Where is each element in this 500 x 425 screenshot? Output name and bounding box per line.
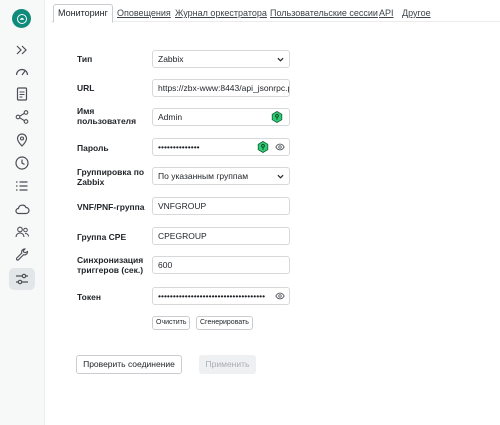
grouping-label: Группировка по Zabbix xyxy=(77,167,145,187)
password-input[interactable]: •••••••••••••• xyxy=(152,138,290,156)
tab-api[interactable]: API xyxy=(379,6,394,22)
tab-monitoring[interactable]: Мониторинг xyxy=(53,4,113,23)
chevron-down-icon xyxy=(277,57,284,62)
wrench-icon xyxy=(15,248,29,261)
clear-token-button[interactable]: Очистить xyxy=(152,316,191,330)
generate-token-button[interactable]: Сгенерировать xyxy=(196,316,253,330)
cloud-icon xyxy=(15,204,30,215)
type-label: Тип xyxy=(77,54,93,64)
sliders-icon xyxy=(16,273,28,285)
share-nodes-icon xyxy=(15,110,29,124)
cpe-group-input[interactable]: CPEGROUP xyxy=(152,227,290,245)
trigger-sync-label: Синхронизация триггеров (сек.) xyxy=(77,255,144,275)
logo-icon xyxy=(16,13,27,24)
sidebar-item-history[interactable] xyxy=(11,153,33,173)
sidebar-item-users[interactable] xyxy=(11,222,33,242)
chevrons-right-icon xyxy=(16,45,27,55)
type-select[interactable]: Zabbix xyxy=(152,50,290,68)
cpe-group-input-value: CPEGROUP xyxy=(158,231,207,241)
trigger-sync-input[interactable]: 600 xyxy=(152,256,290,274)
sidebar xyxy=(0,0,45,425)
eye-icon[interactable] xyxy=(275,141,285,153)
password-label: Пароль xyxy=(77,143,109,153)
key-badge-icon[interactable] xyxy=(257,141,269,153)
url-input[interactable]: https://zbx-www:8443/api_jsonrpc.php xyxy=(152,79,290,97)
tab-alerts[interactable]: Оповещения xyxy=(117,6,171,22)
app-logo[interactable] xyxy=(12,9,31,28)
users-icon xyxy=(15,226,30,238)
trigger-sync-input-value: 600 xyxy=(158,260,173,270)
check-connection-button[interactable]: Проверить соединение xyxy=(76,355,182,374)
vnf-group-input[interactable]: VNFGROUP xyxy=(152,197,290,215)
password-input-value: •••••••••••••• xyxy=(158,142,200,152)
sidebar-item-locations[interactable] xyxy=(11,130,33,150)
tab-bar: Мониторинг Оповещения Журнал оркестратор… xyxy=(51,4,500,23)
gauge-icon xyxy=(15,68,29,76)
sidebar-item-settings[interactable] xyxy=(9,268,35,290)
sidebar-item-documents[interactable] xyxy=(11,84,33,104)
sidebar-item-monitoring[interactable] xyxy=(11,62,33,82)
type-select-value: Zabbix xyxy=(158,54,184,64)
vnf-group-label: VNF/PNF-группа xyxy=(77,202,145,212)
token-input[interactable]: •••••••••••••••••••••••••••••••••••• xyxy=(152,287,290,305)
clock-icon xyxy=(15,156,29,170)
tab-orchestrator-log[interactable]: Журнал оркестратора xyxy=(175,6,267,22)
document-icon xyxy=(16,87,28,101)
sidebar-item-topology[interactable] xyxy=(11,107,33,127)
url-label: URL xyxy=(77,83,95,93)
apply-button[interactable]: Применить xyxy=(199,355,256,374)
sidebar-item-tools[interactable] xyxy=(11,245,33,265)
username-label: Имя пользователя xyxy=(77,106,137,126)
token-input-value: •••••••••••••••••••••••••••••••••••• xyxy=(158,291,266,301)
grouping-select-value: По указанным группам xyxy=(158,171,249,181)
grouping-select[interactable]: По указанным группам xyxy=(152,167,290,185)
sidebar-item-list[interactable] xyxy=(11,176,33,196)
username-input-value: Admin xyxy=(158,112,183,122)
username-input[interactable]: Admin xyxy=(152,108,290,126)
expand-sidebar-button[interactable] xyxy=(11,40,33,60)
sidebar-item-cloud[interactable] xyxy=(11,199,33,219)
tab-other[interactable]: Другое xyxy=(402,6,431,22)
token-label: Токен xyxy=(77,292,101,302)
eye-icon[interactable] xyxy=(275,290,285,302)
location-pin-icon xyxy=(16,133,28,147)
vnf-group-input-value: VNFGROUP xyxy=(158,201,207,211)
url-input-value: https://zbx-www:8443/api_jsonrpc.php xyxy=(158,83,290,93)
cpe-group-label: Группа CPE xyxy=(77,232,127,242)
list-icon xyxy=(16,181,28,191)
tab-user-sessions[interactable]: Пользовательские сессии xyxy=(270,6,378,22)
chevron-down-icon xyxy=(277,174,284,179)
key-badge-icon[interactable] xyxy=(271,111,283,123)
